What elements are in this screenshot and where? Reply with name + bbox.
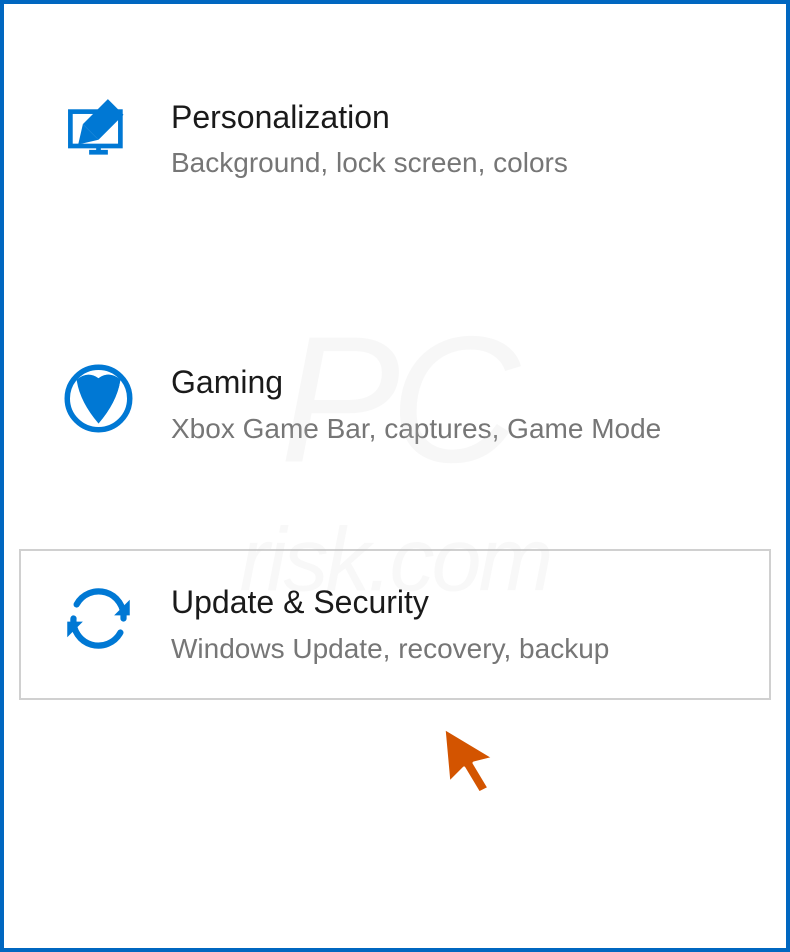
settings-categories-list: PC risk.com Personalization Background, … [4,4,786,948]
settings-item-title: Update & Security [171,583,729,621]
settings-item-personalization[interactable]: Personalization Background, lock screen,… [19,64,771,214]
settings-item-gaming[interactable]: Gaming Xbox Game Bar, captures, Game Mod… [19,329,771,479]
personalization-icon [61,96,136,171]
settings-item-description: Windows Update, recovery, backup [171,630,729,668]
update-icon [61,581,136,656]
settings-item-update-security[interactable]: Update & Security Windows Update, recove… [19,549,771,699]
annotation-cursor-icon [424,708,514,803]
settings-item-title: Gaming [171,363,729,401]
gaming-icon [61,361,136,436]
settings-item-title: Personalization [171,98,729,136]
settings-item-text: Update & Security Windows Update, recove… [171,581,729,667]
settings-item-text: Personalization Background, lock screen,… [171,96,729,182]
settings-item-description: Xbox Game Bar, captures, Game Mode [171,410,729,448]
settings-item-text: Gaming Xbox Game Bar, captures, Game Mod… [171,361,729,447]
settings-item-description: Background, lock screen, colors [171,144,729,182]
